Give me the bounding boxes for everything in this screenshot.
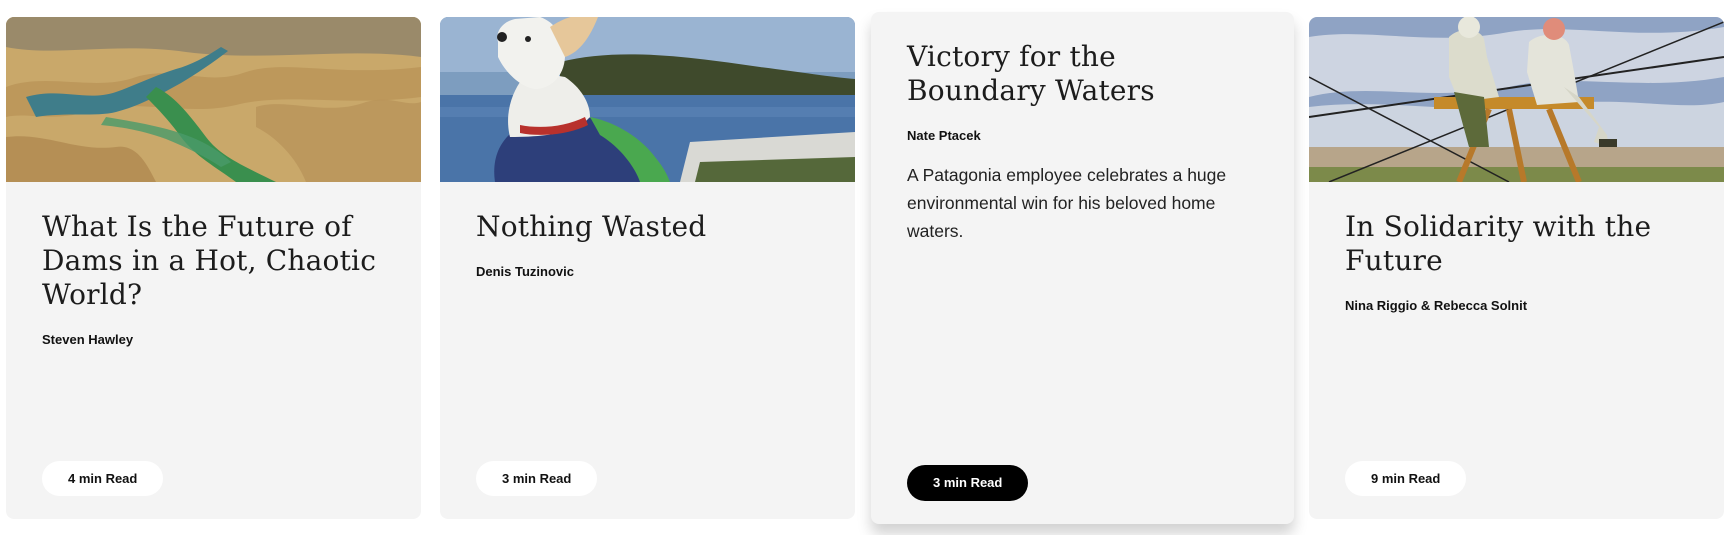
read-time-button[interactable]: 3 min Read <box>907 465 1029 501</box>
card-title[interactable]: In Solidarity with the Future <box>1345 210 1688 278</box>
aerial-reservoir-hills-image[interactable] <box>6 17 421 182</box>
card-author: Steven Hawley <box>42 332 134 347</box>
read-time-button[interactable]: 9 min Read <box>1345 461 1467 496</box>
card-author: Nina Riggio & Rebecca Solnit <box>1345 298 1528 313</box>
read-time-button[interactable]: 3 min Read <box>476 461 598 496</box>
story-card-nothing-wasted[interactable]: Nothing Wasted Denis Tuzinovic 3 min Rea… <box>440 17 855 519</box>
card-title[interactable]: What Is the Future of Dams in a Hot, Cha… <box>42 210 385 312</box>
card-description: A Patagonia employee celebrates a huge e… <box>907 165 1227 241</box>
story-card-boundary-waters[interactable]: Victory for the Boundary Waters Nate Pta… <box>871 12 1294 524</box>
story-card-solidarity-future[interactable]: In Solidarity with the Future Nina Riggi… <box>1309 17 1724 519</box>
card-title[interactable]: Victory for the Boundary Waters <box>907 40 1258 108</box>
story-card-dams-future[interactable]: What Is the Future of Dams in a Hot, Cha… <box>6 17 421 519</box>
read-time-button[interactable]: 4 min Read <box>42 461 164 496</box>
dog-in-jacket-on-boat-image[interactable] <box>440 17 855 182</box>
card-author: Denis Tuzinovic <box>476 264 574 279</box>
card-title[interactable]: Nothing Wasted <box>476 210 819 244</box>
card-author: Nate Ptacek <box>907 128 981 143</box>
workers-on-power-line-image[interactable] <box>1309 17 1724 182</box>
